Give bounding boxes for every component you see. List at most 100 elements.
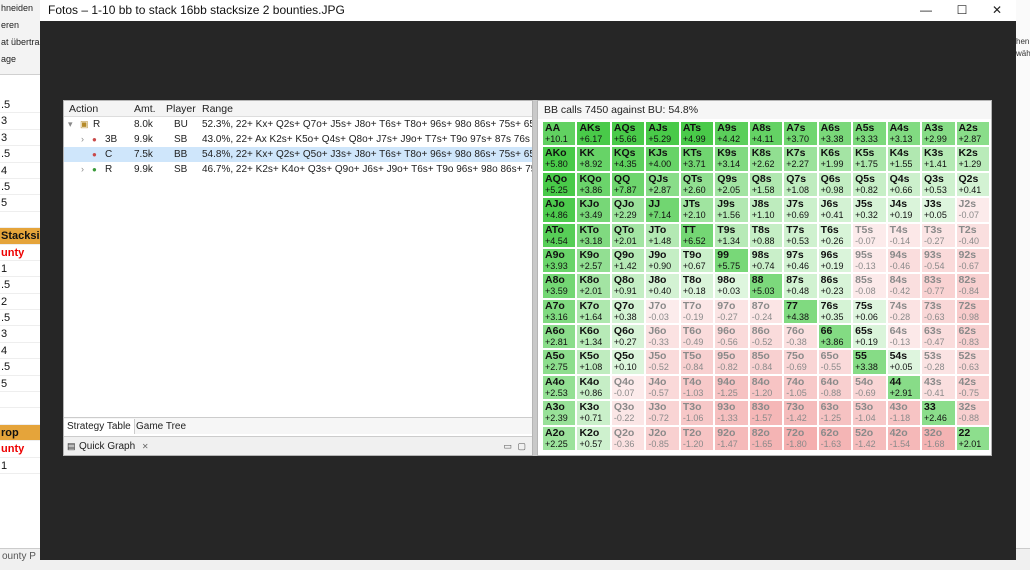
hand-cell[interactable]: K7s +2.27 [783, 146, 818, 172]
hand-cell[interactable]: 43s -0.41 [921, 374, 956, 401]
hand-cell[interactable]: 85o -0.84 [748, 349, 784, 375]
minimize-view-icon[interactable]: ▭ [503, 437, 512, 456]
excel-cell[interactable]: .5 [0, 310, 40, 327]
hand-cell[interactable]: Q8s +1.58 [748, 171, 784, 198]
excel-cell[interactable]: 1 [0, 458, 40, 474]
hand-cell[interactable]: Q6o +0.27 [610, 324, 646, 350]
hand-cell[interactable]: A9o +3.93 [542, 247, 577, 274]
hand-cell[interactable]: 44 +2.91 [886, 374, 922, 401]
hand-cell[interactable]: 92s -0.67 [955, 247, 990, 274]
hand-cell[interactable]: QJs +2.87 [645, 171, 680, 198]
hand-cell[interactable]: 88 +5.03 [748, 273, 784, 299]
hand-cell[interactable]: 63s -0.47 [921, 324, 956, 350]
hand-cell[interactable]: 65o -0.55 [817, 349, 853, 375]
hand-cell[interactable]: K5o +1.08 [576, 349, 611, 375]
hand-cell[interactable]: AQo +5.25 [542, 171, 577, 198]
hand-cell[interactable]: J4o -0.57 [645, 374, 680, 401]
hand-cell[interactable]: 95o -0.82 [714, 349, 749, 375]
hand-cell[interactable]: JJ +7.14 [645, 197, 680, 223]
hand-cell[interactable]: J3s +0.05 [921, 197, 956, 223]
hand-cell[interactable]: KJs +4.00 [645, 146, 680, 172]
hand-cell[interactable]: J2s -0.07 [955, 197, 990, 223]
hand-cell[interactable]: T2o -1.20 [679, 425, 715, 451]
hand-cell[interactable]: 98o +0.03 [714, 273, 749, 299]
maximize-button[interactable]: ☐ [945, 0, 979, 21]
hand-cell[interactable]: ATo +4.54 [542, 222, 577, 248]
excel-cell[interactable]: 5 [0, 195, 40, 212]
action-row[interactable]: ● C 7.5k BB 54.8%, 22+ Kx+ Q2s+ Q5o+ J3s+ J8… [64, 147, 532, 162]
hand-cell[interactable]: T4o -1.03 [679, 374, 715, 401]
hand-cell[interactable]: 52o -1.42 [852, 425, 887, 451]
excel-cell[interactable]: 4 [0, 163, 40, 179]
excel-cell[interactable]: rop [0, 424, 40, 442]
hand-cell[interactable]: J6s +0.41 [817, 197, 853, 223]
hand-cell[interactable]: 76o -0.38 [783, 324, 818, 350]
hand-cell[interactable]: A6o +2.81 [542, 324, 577, 350]
hand-cell[interactable]: AJs +5.29 [645, 121, 680, 147]
hand-cell[interactable]: 94o -1.25 [714, 374, 749, 401]
hand-cell[interactable]: 86s +0.23 [817, 273, 853, 299]
hand-cell[interactable]: K7o +1.64 [576, 298, 611, 325]
hand-cell[interactable]: T2s -0.40 [955, 222, 990, 248]
hand-cell[interactable]: J3o -0.72 [645, 400, 680, 426]
excel-cell[interactable]: 2 [0, 294, 40, 311]
hand-cell[interactable]: Q5s +0.82 [852, 171, 887, 198]
excel-cell[interactable]: 3 [0, 113, 40, 130]
hand-cell[interactable]: K9o +2.57 [576, 247, 611, 274]
hand-cell[interactable]: 63o -1.25 [817, 400, 853, 426]
action-row[interactable]: ▾ ▣ R 8.0k BU 52.3%, 22+ Kx+ Q2s+ Q7o+ J5s+ J… [64, 117, 532, 132]
excel-cell[interactable] [0, 212, 40, 229]
hand-cell[interactable]: A3s +2.99 [921, 121, 956, 147]
hand-cell[interactable]: KJo +3.49 [576, 197, 611, 223]
action-row[interactable]: › ● 3B 9.9k SB 43.0%, 22+ Ax K2s+ K5o+ Q4s+ Q… [64, 132, 532, 147]
hand-cell[interactable]: Q2s +0.41 [955, 171, 990, 198]
hand-cell[interactable]: Q7s +1.08 [783, 171, 818, 198]
hand-cell[interactable]: J6o -0.33 [645, 324, 680, 350]
excel-cell[interactable]: unty [0, 441, 40, 458]
hand-cell[interactable]: 32s -0.88 [955, 400, 990, 426]
hand-cell[interactable]: T9s +1.34 [714, 222, 749, 248]
hand-cell[interactable]: QTs +2.60 [679, 171, 715, 198]
close-icon[interactable]: ✕ [142, 442, 149, 451]
hand-cell[interactable]: 54o -0.69 [852, 374, 887, 401]
hand-cell[interactable]: A6s +3.38 [817, 121, 853, 147]
hand-cell[interactable]: T6s +0.26 [817, 222, 853, 248]
hand-cell[interactable]: Q3s +0.53 [921, 171, 956, 198]
hand-cell[interactable]: A4s +3.13 [886, 121, 922, 147]
hand-cell[interactable]: 96s +0.19 [817, 247, 853, 274]
excel-cell[interactable]: 1 [0, 261, 40, 278]
excel-cell[interactable] [0, 408, 40, 425]
hand-cell[interactable]: 99 +5.75 [714, 247, 749, 274]
tab-game-tree[interactable]: Game Tree [133, 419, 189, 434]
hand-cell[interactable]: 84s -0.42 [886, 273, 922, 299]
excel-cell[interactable]: .5 [0, 97, 40, 114]
col-amount[interactable]: Amt. [134, 101, 156, 117]
hand-cell[interactable]: 86o -0.52 [748, 324, 784, 350]
hand-cell[interactable]: Q9o +1.42 [610, 247, 646, 274]
hand-cell[interactable]: Q7o +0.38 [610, 298, 646, 325]
hand-cell[interactable]: 93s -0.54 [921, 247, 956, 274]
hand-cell[interactable]: 32o -1.68 [921, 425, 956, 451]
hand-cell[interactable]: 74s -0.28 [886, 298, 922, 325]
tab-strategy-table[interactable]: Strategy Table [64, 419, 135, 434]
hand-cell[interactable]: 55 +3.38 [852, 349, 887, 375]
hand-cell[interactable]: A2s +2.87 [955, 121, 990, 147]
excel-cell[interactable]: 3 [0, 130, 40, 147]
hand-cell[interactable]: K2o +0.57 [576, 425, 611, 451]
hand-cell[interactable]: AA +10.1 [542, 121, 577, 147]
hand-cell[interactable]: K2s +1.29 [955, 146, 990, 172]
hand-cell[interactable]: J5s +0.32 [852, 197, 887, 223]
hand-cell[interactable]: 52s -0.63 [955, 349, 990, 375]
hand-cell[interactable]: AQs +5.66 [610, 121, 646, 147]
hand-cell[interactable]: Q5o +0.10 [610, 349, 646, 375]
hand-cell[interactable]: J8o +0.40 [645, 273, 680, 299]
hand-cell[interactable]: 64o -0.88 [817, 374, 853, 401]
hand-cell[interactable]: 76s +0.35 [817, 298, 853, 325]
action-row[interactable]: › ● R 9.9k SB 46.7%, 22+ K2s+ K4o+ Q3s+ Q9o+ … [64, 162, 532, 177]
close-button[interactable]: ✕ [980, 0, 1014, 21]
hand-cell[interactable]: 77 +4.38 [783, 298, 818, 325]
hand-cell[interactable]: J2o -0.85 [645, 425, 680, 451]
hand-cell[interactable]: J7s +0.69 [783, 197, 818, 223]
hand-cell[interactable]: 74o -1.05 [783, 374, 818, 401]
expand-arrow-icon[interactable]: › [81, 132, 84, 147]
